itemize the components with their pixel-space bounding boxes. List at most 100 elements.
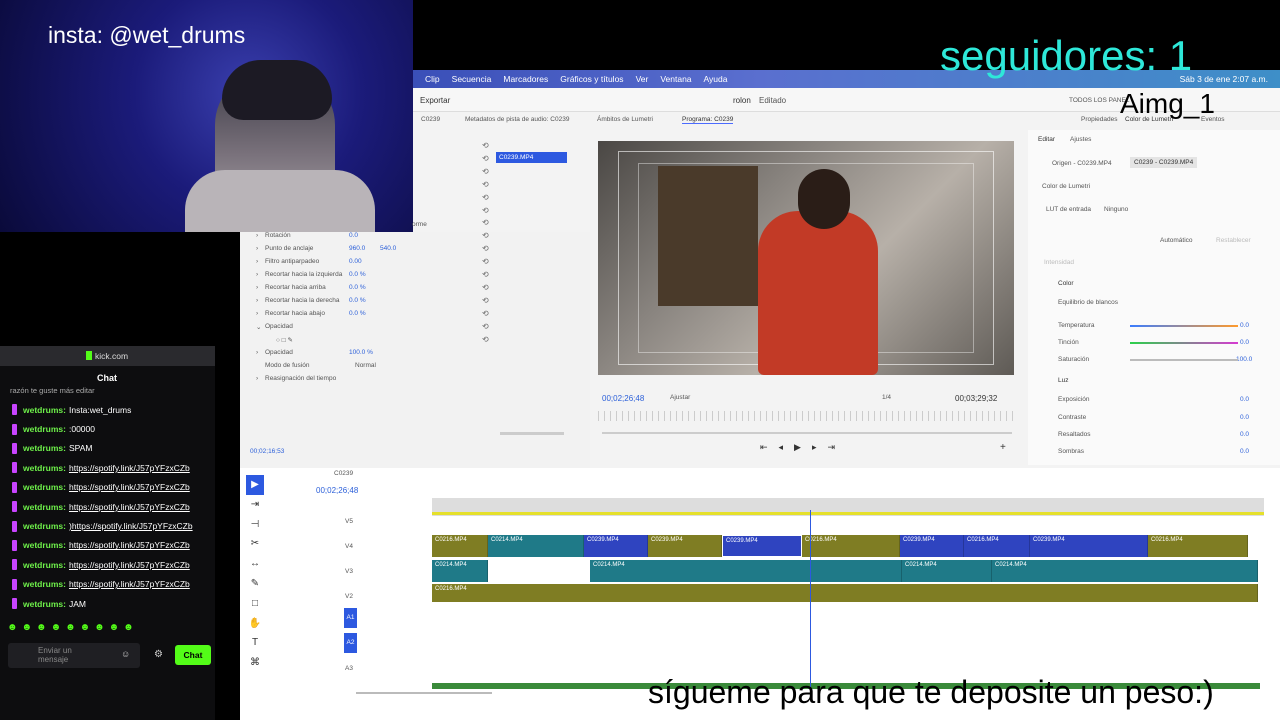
clip[interactable]: C0239.MP4 [584, 535, 648, 557]
track-select-icon[interactable]: ⇥ [246, 495, 264, 515]
clip[interactable]: C0216.MP4 [432, 584, 1258, 602]
clip[interactable]: C0216.MP4 [802, 535, 900, 557]
clip[interactable]: C0214.MP4 [992, 560, 1258, 582]
lumetri-effect-select[interactable]: Color de Lumetri [1042, 183, 1090, 190]
emote-bar[interactable]: ☻☻☻☻☻☻☻☻☻ [7, 622, 187, 635]
menu-help[interactable]: Ayuda [704, 74, 728, 84]
target-clip[interactable]: C0239 - C0239.MP4 [1130, 157, 1198, 168]
browser-url[interactable]: kick.com [95, 351, 128, 361]
timeline-zoom-bar[interactable] [356, 692, 492, 694]
light-section[interactable]: Luz [1058, 377, 1068, 384]
playhead[interactable] [810, 510, 811, 690]
effects-zoom-bar[interactable] [500, 432, 564, 435]
slip-icon[interactable]: ↔ [246, 554, 264, 574]
tab-properties[interactable]: Propiedades [1081, 116, 1118, 123]
effect-value[interactable]: 0.0 % [349, 297, 366, 310]
effect-value[interactable]: 0.0 % [349, 271, 366, 284]
track-label-v4[interactable]: V4 [345, 543, 353, 550]
effect-value[interactable]: 960.0 [349, 245, 380, 258]
chat-link[interactable]: https://spotify.link/J57pYFzxCZb [69, 502, 190, 512]
tab-scopes[interactable]: Ámbitos de Lumetri [597, 116, 653, 123]
quality-select[interactable]: 1/4 [882, 394, 891, 401]
remap-row[interactable]: › Reasignación del tiempo [256, 375, 486, 388]
track-label-a3[interactable]: A3 [345, 665, 353, 672]
clip[interactable]: C0214.MP4 [488, 535, 584, 557]
clip[interactable]: C0214.MP4 [432, 560, 488, 582]
restore-button[interactable]: Restablecer [1216, 237, 1251, 244]
exposure-value[interactable]: 0.0 [1240, 396, 1249, 403]
tab-adjust[interactable]: Ajustes [1070, 136, 1091, 143]
clip[interactable]: C0216.MP4 [964, 535, 1030, 557]
track-label-v3[interactable]: V3 [345, 568, 353, 575]
contrast-value[interactable]: 0.0 [1240, 414, 1249, 421]
chat-link[interactable]: https://spotify.link/J57pYFzxCZb [69, 579, 190, 589]
effect-value[interactable]: 0.00 [349, 258, 362, 271]
work-area-bar[interactable] [432, 512, 1264, 515]
clip[interactable]: C0214.MP4 [902, 560, 992, 582]
program-zoom-bar[interactable] [602, 432, 1012, 434]
source-clip[interactable]: Origen - C0239.MP4 [1052, 160, 1112, 167]
settings-icon[interactable]: ⚙ [154, 649, 163, 660]
sequence-tab[interactable]: C0239 [334, 470, 353, 477]
saturation-value[interactable]: 100.0 [1236, 356, 1252, 363]
menu-sequence[interactable]: Secuencia [452, 74, 492, 84]
selection-tool-icon[interactable]: ▶ [246, 475, 264, 495]
temp-slider[interactable] [1130, 325, 1238, 327]
tab-edit[interactable]: Editar [1038, 136, 1055, 143]
type-icon[interactable]: T [246, 633, 264, 653]
shadows-value[interactable]: 0.0 [1240, 448, 1249, 455]
hand-icon[interactable]: ✋ [246, 614, 264, 634]
pen-icon[interactable]: ✎ [246, 574, 264, 594]
saturation-slider[interactable] [1130, 359, 1238, 361]
color-section[interactable]: Color [1058, 280, 1074, 287]
menu-clip[interactable]: Clip [425, 74, 440, 84]
export-tab[interactable]: Exportar [420, 96, 450, 105]
track-label-a2[interactable]: A2 [344, 633, 357, 653]
chat-link[interactable]: https://spotify.link/J57pYFzxCZb [69, 463, 190, 473]
effect-value[interactable]: 0.0 [349, 232, 358, 245]
rectangle-icon[interactable]: □ [246, 594, 264, 614]
opacity-value[interactable]: 100.0 % [349, 349, 373, 362]
menu-graphics[interactable]: Gráficos y títulos [560, 74, 623, 84]
clip[interactable]: C0239.MP4 [1030, 535, 1148, 557]
clip[interactable]: C0216.MP4 [432, 535, 488, 557]
highlights-value[interactable]: 0.0 [1240, 431, 1249, 438]
menu-window[interactable]: Ventana [660, 74, 691, 84]
chat-send-button[interactable]: Chat [175, 645, 211, 665]
clip[interactable]: C0239.MP4 [900, 535, 964, 557]
emoji-icon[interactable]: ☺ [121, 649, 130, 659]
auto-button[interactable]: Automático [1160, 237, 1193, 244]
effect-value-2[interactable]: 540.0 [380, 245, 396, 258]
tint-value[interactable]: 0.0 [1240, 339, 1249, 346]
clip[interactable]: C0214.MP4 [590, 560, 902, 582]
blend-select[interactable]: Normal [355, 362, 376, 375]
transport-controls[interactable]: ⇤◂▶▸⇥ [760, 442, 846, 453]
tab-source[interactable]: C0239 [421, 116, 440, 123]
effect-value[interactable]: 0.0 % [349, 284, 366, 297]
temp-value[interactable]: 0.0 [1240, 322, 1249, 329]
razor-icon[interactable]: ✂ [246, 534, 264, 554]
caption-icon[interactable]: ⌘ [246, 653, 264, 673]
add-button-icon[interactable]: + [1000, 442, 1006, 453]
tab-program[interactable]: Programa: C0239 [682, 116, 734, 124]
program-ruler[interactable] [598, 411, 1014, 421]
track-label-a1[interactable]: A1 [344, 608, 357, 628]
clip-selected[interactable]: C0239.MP4 [722, 535, 802, 557]
chat-link[interactable]: https://spotify.link/J57pYFzxCZb [69, 482, 190, 492]
selected-clip[interactable]: C0239.MP4 [496, 152, 567, 163]
chat-link[interactable]: https://spotify.link/J57pYFzxCZb [69, 560, 190, 570]
tab-audio-meters[interactable]: Metadatos de pista de audio: C0239 [465, 116, 569, 123]
opacity-header[interactable]: ⌄ Opacidad [256, 323, 486, 336]
clip[interactable]: C0216.MP4 [1148, 535, 1248, 557]
ripple-edit-icon[interactable]: ⊣ [246, 515, 264, 535]
menu-view[interactable]: Ver [636, 74, 649, 84]
tint-slider[interactable] [1130, 342, 1238, 344]
track-label-v2[interactable]: V2 [345, 593, 353, 600]
effect-value[interactable]: 0.0 % [349, 310, 366, 323]
clip[interactable]: C0239.MP4 [648, 535, 722, 557]
menu-markers[interactable]: Marcadores [503, 74, 548, 84]
chat-input[interactable]: Enviar un mensaje ☺ [8, 643, 140, 668]
track-label-v5[interactable]: V5 [345, 518, 353, 525]
lut-select[interactable]: Ninguno [1104, 206, 1128, 213]
chat-link[interactable]: )https://spotify.link/J57pYFzxCZb [69, 521, 193, 531]
